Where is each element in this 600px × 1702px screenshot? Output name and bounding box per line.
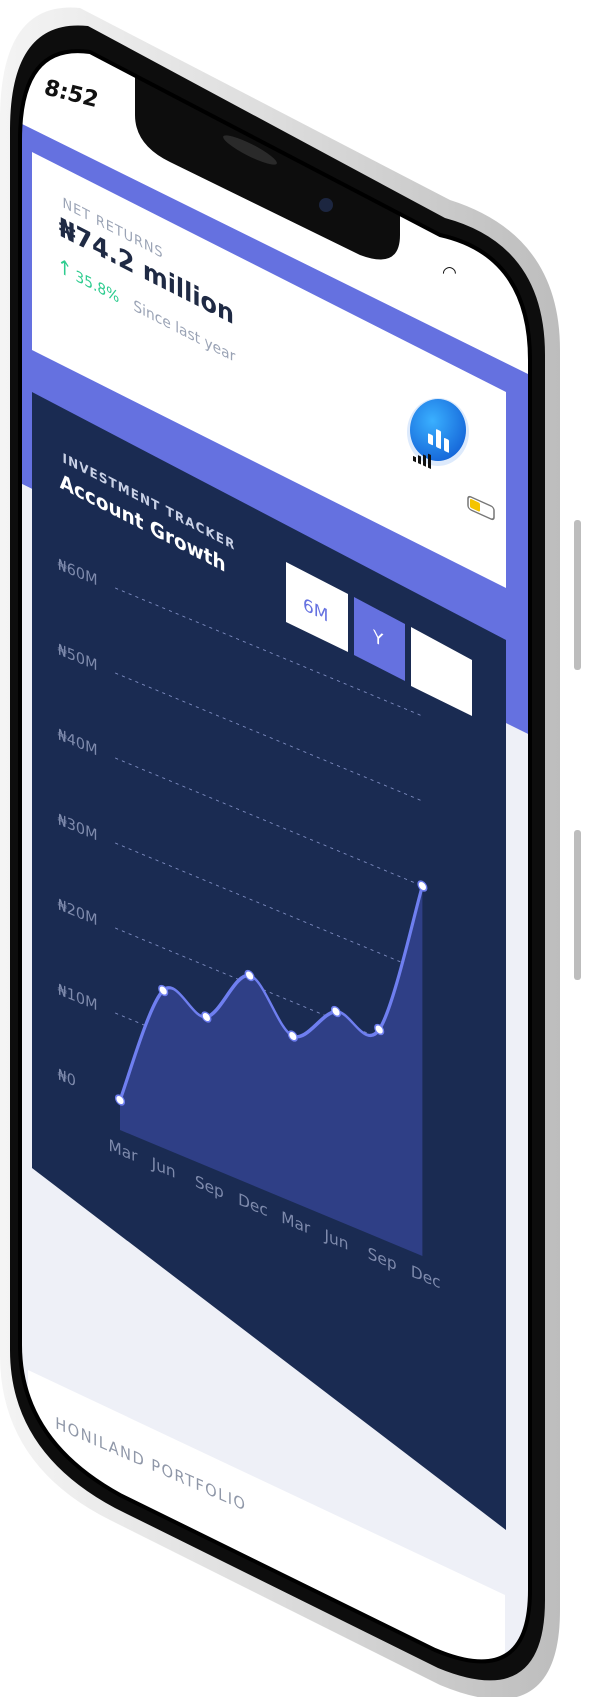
side-button-upper [574, 520, 581, 670]
chart-button[interactable] [407, 398, 469, 466]
front-camera [319, 198, 333, 212]
wifi-icon: ◠ [442, 263, 457, 283]
side-button-lower [574, 830, 581, 980]
phone-mockup: NET RETURNS ₦74.2 million ↑ 35.8% Since … [0, 7, 581, 1700]
